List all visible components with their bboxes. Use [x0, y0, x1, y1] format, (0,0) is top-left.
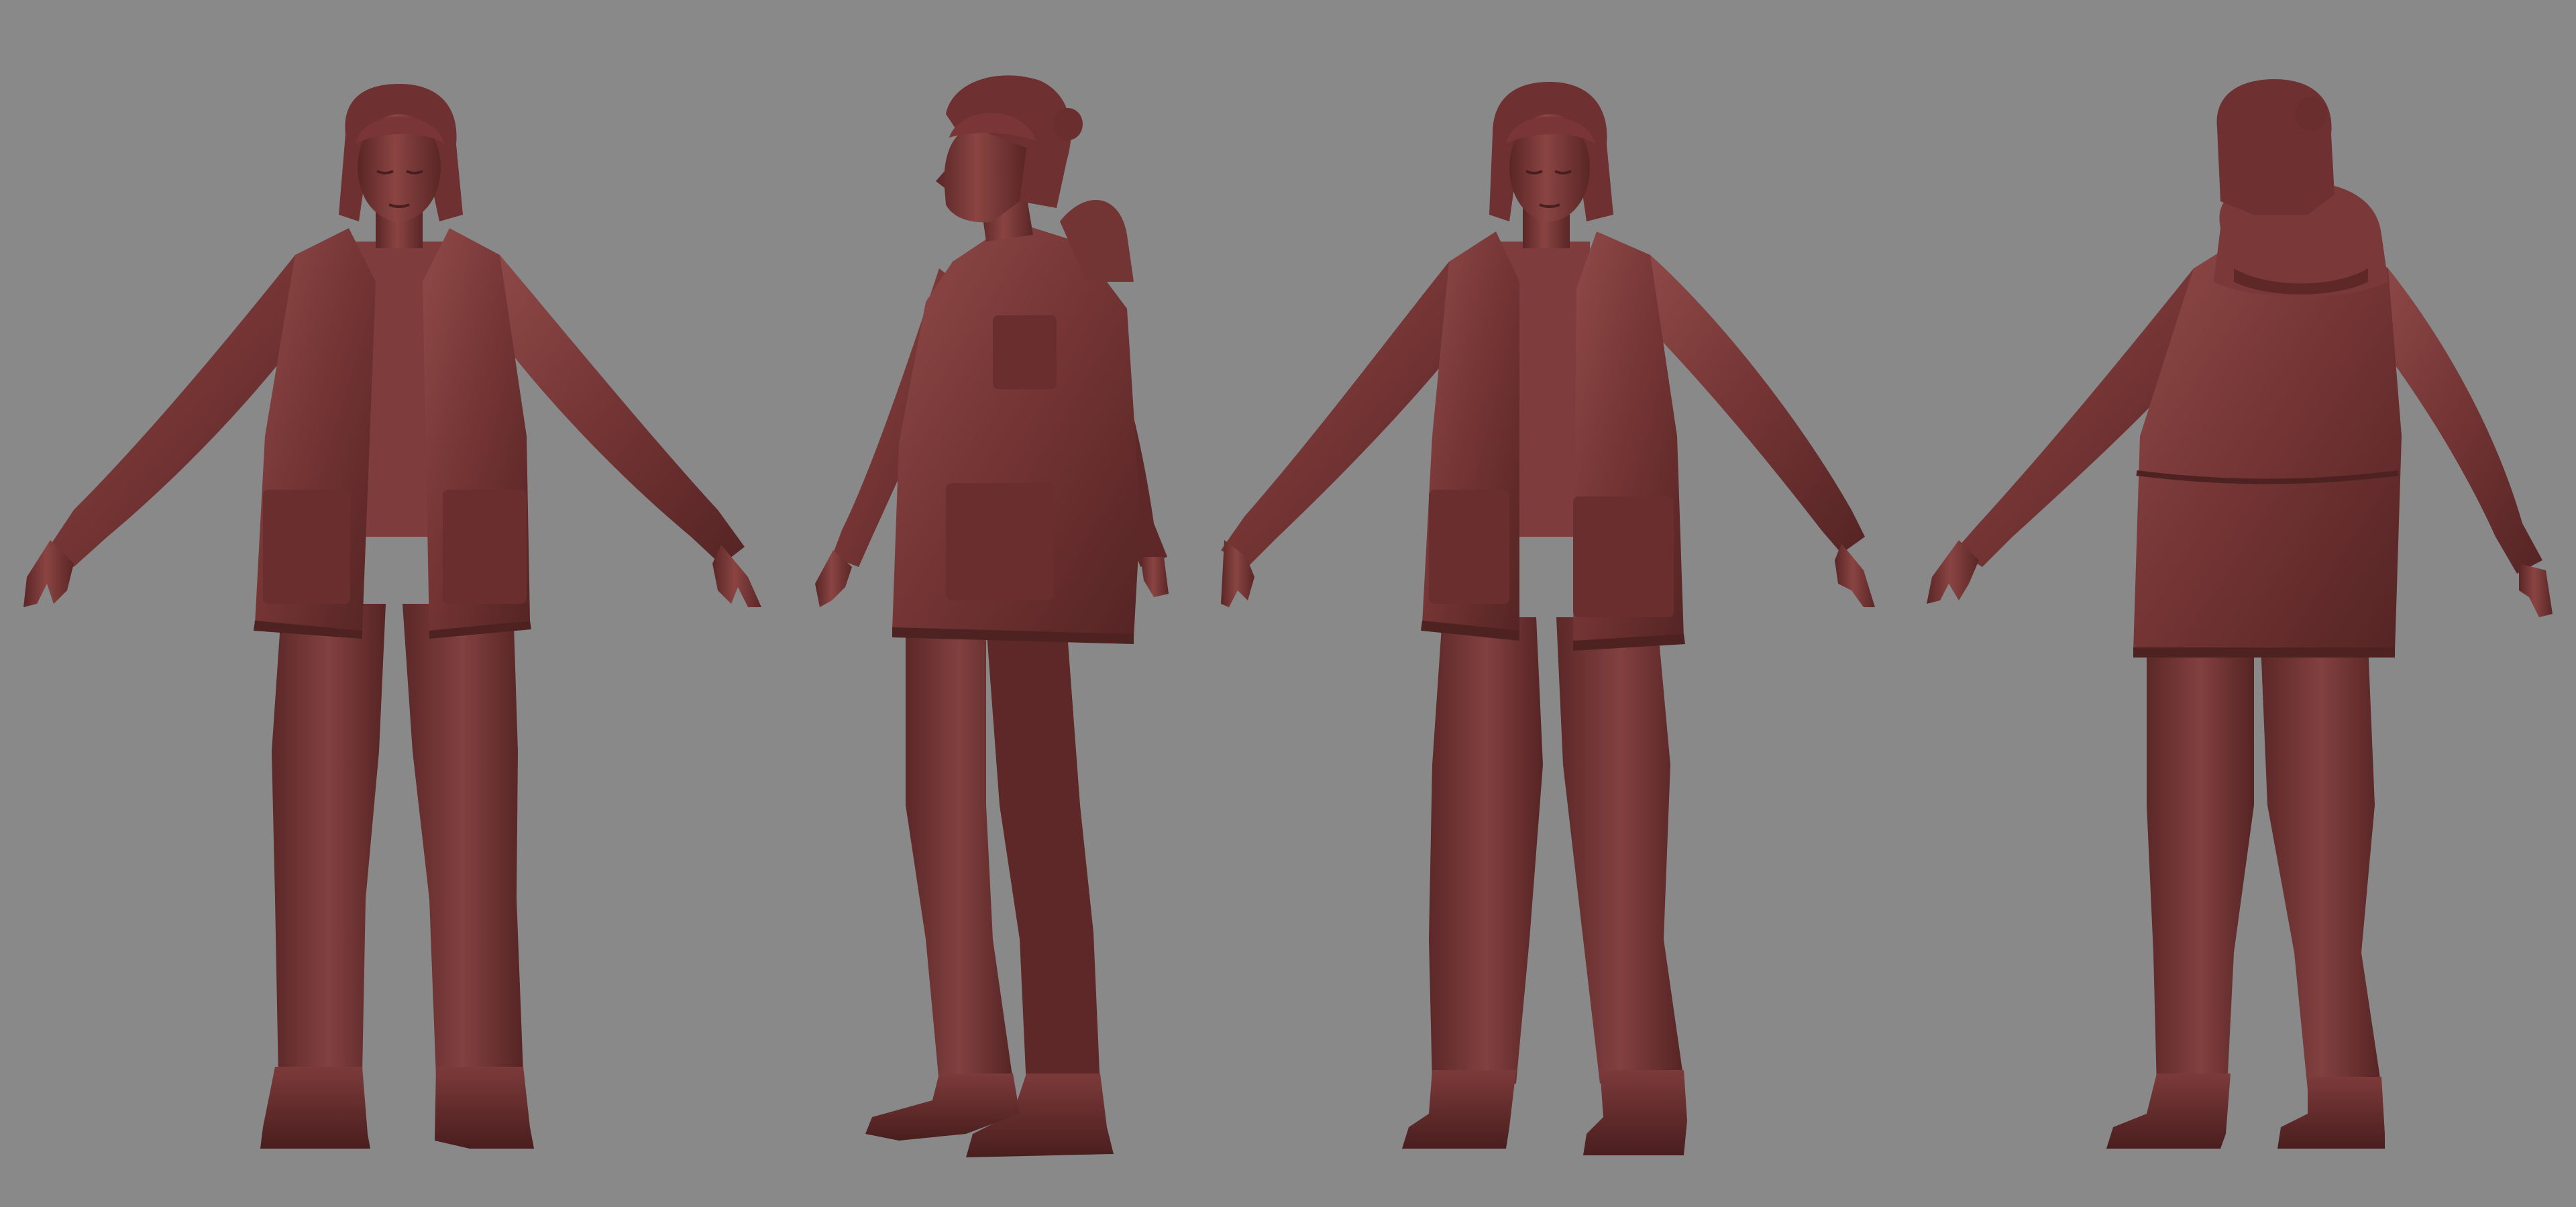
right-boot — [435, 1067, 534, 1149]
figure-three-quarter-front — [1221, 82, 1875, 1155]
left-boot — [260, 1067, 370, 1149]
pocket — [1573, 496, 1674, 617]
right-boot — [2277, 1077, 2385, 1149]
left-boot — [2106, 1073, 2231, 1149]
figure-front — [23, 84, 761, 1149]
right-hand — [712, 545, 761, 607]
turnaround-canvas — [23, 75, 2553, 1157]
right-boot — [1583, 1070, 1687, 1155]
turnaround-sheet — [0, 0, 2576, 1207]
right-leg — [2261, 644, 2381, 1090]
left-boot — [1402, 1070, 1516, 1149]
pocket — [1429, 490, 1509, 604]
pocket — [946, 483, 1053, 600]
figure-left-profile — [815, 75, 1169, 1157]
right-hand — [1140, 557, 1169, 597]
hair-bun — [2295, 97, 2327, 132]
pocket — [993, 315, 1057, 389]
pocket — [443, 490, 527, 604]
left-leg — [2147, 644, 2254, 1087]
left-leg — [1429, 617, 1543, 1084]
right-hand — [2519, 564, 2553, 617]
figure-back — [1927, 79, 2553, 1149]
jacket-hem — [2133, 647, 2395, 658]
right-leg — [402, 604, 523, 1077]
left-leg — [272, 604, 386, 1077]
right-hand — [1835, 543, 1875, 607]
hair-bun — [1053, 108, 1083, 140]
right-leg — [1556, 617, 1684, 1084]
pocket — [263, 490, 350, 604]
